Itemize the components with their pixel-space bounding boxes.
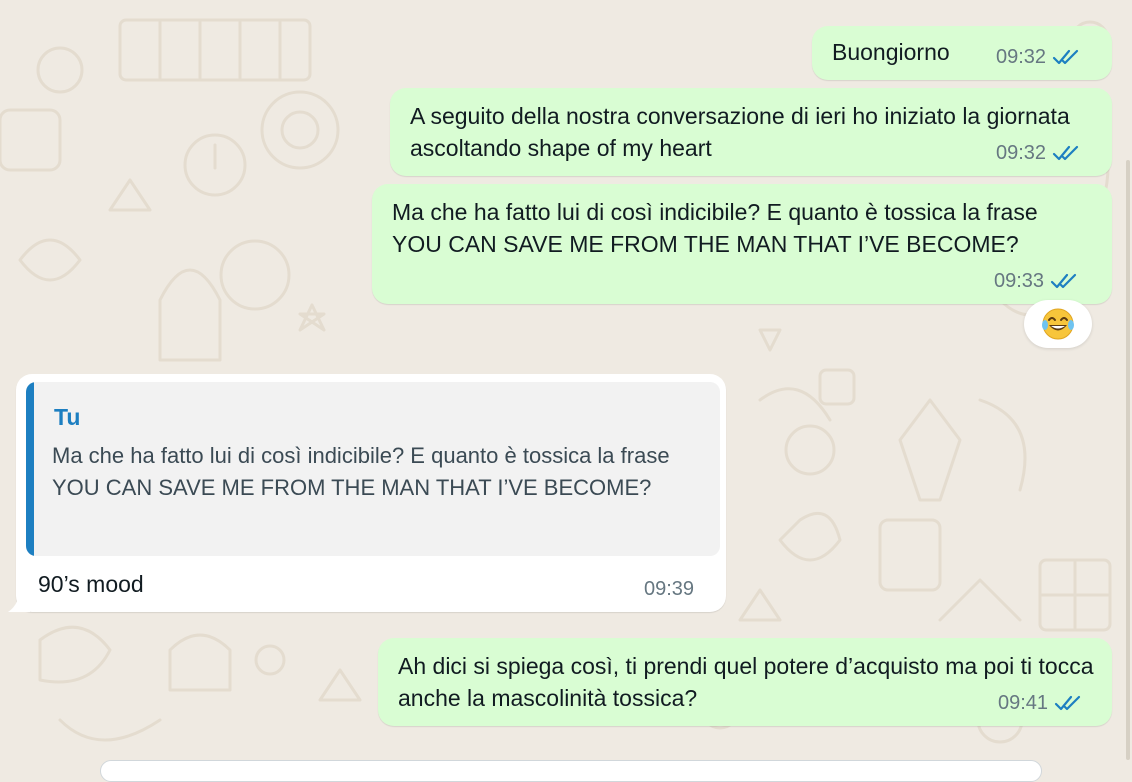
laughing-tears-emoji-icon bbox=[1042, 308, 1074, 340]
message-compose-box[interactable] bbox=[100, 760, 1042, 782]
message-meta: 09:32 bbox=[996, 46, 1082, 68]
quoted-message[interactable]: Tu Ma che ha fatto lui di così indicibil… bbox=[26, 382, 720, 556]
message-text: Buongiorno bbox=[832, 39, 950, 65]
chat-panel: Buongiorno 09:32 A seguito della nostra … bbox=[0, 0, 1132, 782]
message-meta: 09:32 bbox=[996, 142, 1082, 164]
scrollbar[interactable] bbox=[1126, 160, 1130, 760]
outgoing-message-bubble[interactable]: Ah dici si spiega così, ti prendi quel p… bbox=[378, 638, 1112, 726]
quote-accent-bar bbox=[26, 382, 34, 556]
double-check-icon bbox=[1054, 695, 1081, 711]
double-check-icon bbox=[1052, 49, 1079, 65]
message-time: 09:32 bbox=[996, 142, 1047, 164]
message-time: 09:33 bbox=[994, 270, 1045, 292]
message-time: 09:41 bbox=[998, 692, 1049, 714]
message-time: 09:32 bbox=[996, 46, 1047, 68]
message-reaction[interactable]: 😂 bbox=[1024, 300, 1092, 348]
bubble-tail bbox=[8, 586, 30, 612]
message-time: 09:39 bbox=[644, 578, 695, 600]
quote-author: Tu bbox=[54, 404, 81, 430]
outgoing-message-bubble[interactable]: Ma che ha fatto lui di così indicibile? … bbox=[372, 184, 1112, 304]
double-check-icon bbox=[1050, 273, 1077, 289]
message-meta: 09:39 bbox=[644, 578, 694, 600]
double-check-icon bbox=[1052, 145, 1079, 161]
message-text: Ma che ha fatto lui di così indicibile? … bbox=[392, 199, 1044, 257]
message-meta: 09:41 bbox=[998, 692, 1084, 714]
message-text: 90’s mood bbox=[38, 571, 144, 597]
outgoing-message-bubble[interactable]: Buongiorno 09:32 bbox=[812, 26, 1112, 80]
outgoing-message-bubble[interactable]: A seguito della nostra conversazione di … bbox=[390, 88, 1112, 176]
message-meta: 09:33 bbox=[994, 270, 1080, 292]
quote-text: Ma che ha fatto lui di così indicibile? … bbox=[52, 443, 670, 500]
message-text: Ah dici si spiega così, ti prendi quel p… bbox=[398, 653, 1100, 711]
